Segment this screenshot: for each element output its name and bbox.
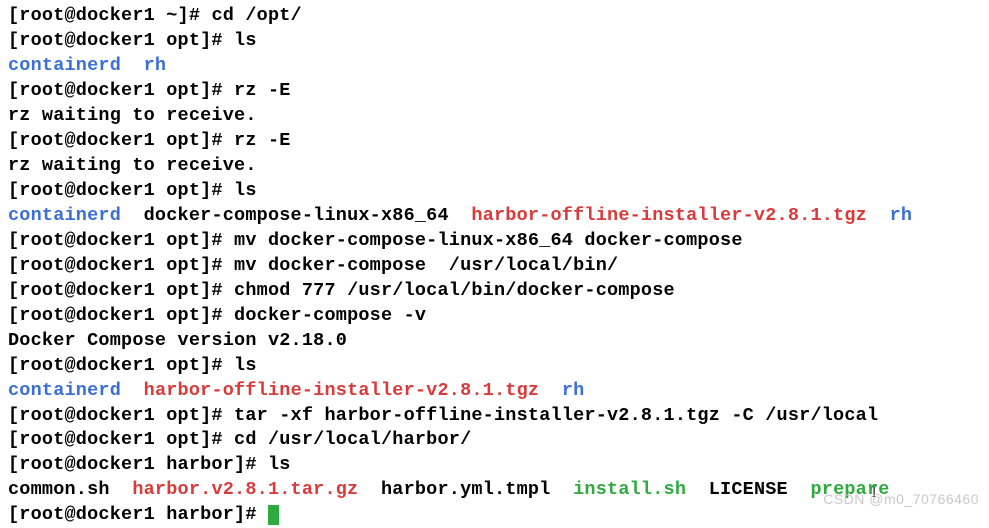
prompt: [root@docker1 opt]# — [8, 230, 234, 251]
command: rz -E — [234, 130, 291, 151]
command: cd /opt/ — [211, 5, 301, 26]
archive: harbor-offline-installer-v2.8.1.tgz — [471, 205, 867, 226]
terminal-line: [root@docker1 opt]# cd /usr/local/harbor… — [8, 428, 981, 453]
prompt: [root@docker1 opt]# — [8, 80, 234, 101]
terminal-line: containerd docker-compose-linux-x86_64 h… — [8, 204, 981, 229]
prompt: [root@docker1 opt]# — [8, 280, 234, 301]
terminal-line: [root@docker1 harbor]# ls — [8, 453, 981, 478]
terminal-line: [root@docker1 opt]# docker-compose -v — [8, 304, 981, 329]
terminal-line: [root@docker1 opt]# chmod 777 /usr/local… — [8, 279, 981, 304]
executable: install.sh — [573, 479, 686, 500]
output: rz waiting to receive. — [8, 155, 257, 176]
dir: containerd — [8, 380, 121, 401]
dir: containerd — [8, 205, 121, 226]
prompt: [root@docker1 opt]# — [8, 255, 234, 276]
prompt: [root@docker1 opt]# — [8, 305, 234, 326]
output: rz waiting to receive. — [8, 105, 257, 126]
prompt: [root@docker1 opt]# — [8, 405, 234, 426]
terminal-line: [root@docker1 opt]# ls — [8, 29, 981, 54]
prompt: [root@docker1 opt]# — [8, 429, 234, 450]
terminal-line: containerd rh — [8, 54, 981, 79]
terminal-line: [root@docker1 opt]# tar -xf harbor-offli… — [8, 404, 981, 429]
terminal-line: Docker Compose version v2.18.0 — [8, 329, 981, 354]
terminal-line: [root@docker1 ~]# cd /opt/ — [8, 4, 981, 29]
command: ls — [268, 454, 291, 475]
dir: rh — [539, 380, 584, 401]
command: mv docker-compose-linux-x86_64 docker-co… — [234, 230, 743, 251]
file: LICENSE — [686, 479, 810, 500]
archive: harbor.v2.8.1.tar.gz — [132, 479, 358, 500]
dir: containerd — [8, 55, 121, 76]
terminal-line: containerd harbor-offline-installer-v2.8… — [8, 379, 981, 404]
command: docker-compose -v — [234, 305, 426, 326]
cursor-block-icon — [268, 505, 279, 525]
terminal-line: [root@docker1 opt]# rz -E — [8, 79, 981, 104]
file: harbor.yml.tmpl — [358, 479, 573, 500]
prompt: [root@docker1 opt]# — [8, 355, 234, 376]
terminal-line: [root@docker1 opt]# mv docker-compose /u… — [8, 254, 981, 279]
command: chmod 777 /usr/local/bin/docker-compose — [234, 280, 675, 301]
terminal-line: [root@docker1 opt]# mv docker-compose-li… — [8, 229, 981, 254]
command: rz -E — [234, 80, 291, 101]
terminal-line: [root@docker1 opt]# ls — [8, 179, 981, 204]
file: docker-compose-linux-x86_64 — [121, 205, 471, 226]
command: cd /usr/local/harbor/ — [234, 429, 471, 450]
gap — [121, 380, 144, 401]
prompt: [root@docker1 opt]# — [8, 180, 234, 201]
terminal-line: [root@docker1 opt]# rz -E — [8, 129, 981, 154]
prompt: [root@docker1 harbor]# — [8, 504, 268, 525]
command: tar -xf harbor-offline-installer-v2.8.1.… — [234, 405, 878, 426]
prompt: [root@docker1 ~]# — [8, 5, 211, 26]
prompt: [root@docker1 opt]# — [8, 30, 234, 51]
command: ls — [234, 30, 257, 51]
command: ls — [234, 355, 257, 376]
command: ls — [234, 180, 257, 201]
prompt: [root@docker1 harbor]# — [8, 454, 268, 475]
dir: rh — [867, 205, 912, 226]
prompt: [root@docker1 opt]# — [8, 130, 234, 151]
terminal-line: [root@docker1 opt]# ls — [8, 354, 981, 379]
file: common.sh — [8, 479, 132, 500]
dir: rh — [121, 55, 166, 76]
watermark: CSDN @m0_70766460 — [823, 490, 979, 509]
archive: harbor-offline-installer-v2.8.1.tgz — [144, 380, 540, 401]
terminal-line: rz waiting to receive. — [8, 104, 981, 129]
output: Docker Compose version v2.18.0 — [8, 330, 347, 351]
terminal-line: rz waiting to receive. — [8, 154, 981, 179]
command: mv docker-compose /usr/local/bin/ — [234, 255, 618, 276]
